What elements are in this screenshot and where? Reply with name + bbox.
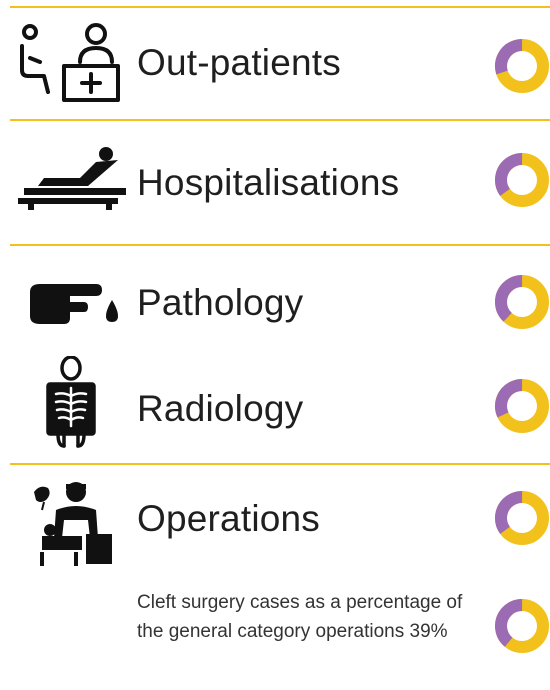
divider	[10, 119, 550, 121]
finger-blood-drop-icon	[30, 284, 118, 324]
donut-chart-cleft-surgery	[495, 599, 549, 653]
surgeon-operating-icon	[34, 482, 112, 566]
category-label: Pathology	[137, 282, 304, 323]
patient-in-bed-icon	[18, 147, 126, 210]
xray-body-icon	[46, 356, 96, 448]
patient-at-desk-icon	[20, 23, 120, 102]
category-label: Operations	[137, 498, 320, 539]
divider	[10, 463, 550, 465]
cleft-surgery-note: Cleft surgery cases as a percentage of t…	[137, 592, 463, 642]
donut-chart	[495, 39, 549, 93]
category-label: Hospitalisations	[137, 162, 400, 203]
donut-chart	[495, 379, 549, 433]
donut-chart	[495, 153, 549, 207]
category-label: Out-patients	[137, 42, 341, 83]
donut-chart	[495, 275, 549, 329]
donut-chart	[495, 491, 549, 545]
divider	[10, 6, 550, 8]
divider	[10, 244, 550, 246]
category-label: Radiology	[137, 388, 304, 429]
